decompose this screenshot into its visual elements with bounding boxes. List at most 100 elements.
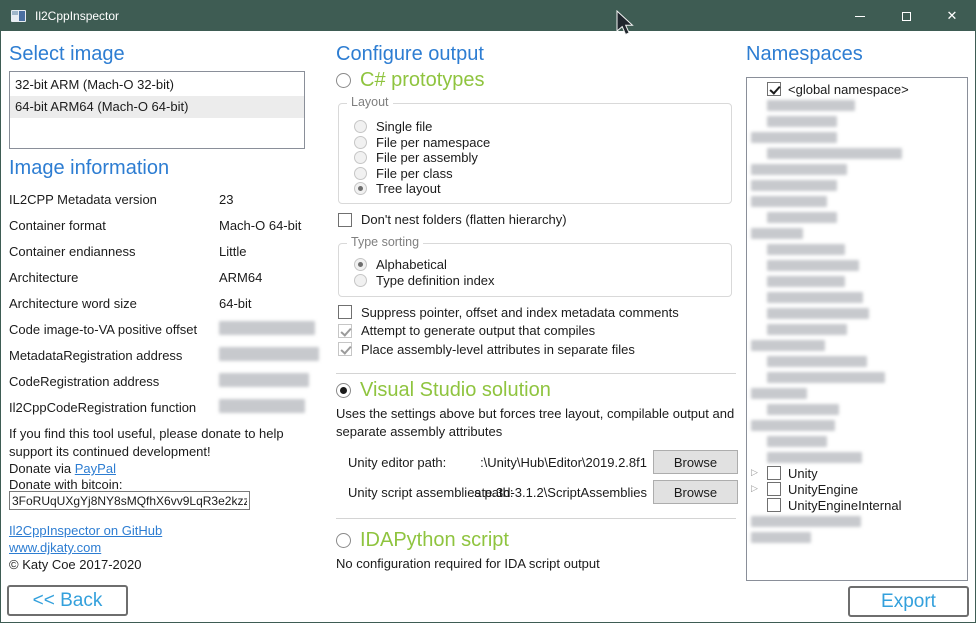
bitcoin-address-field[interactable]	[9, 491, 250, 510]
radio-icon	[354, 136, 367, 149]
redacted-value	[219, 321, 315, 335]
namespace-item-redacted[interactable]	[751, 145, 967, 161]
github-link[interactable]: Il2CppInspector on GitHub	[9, 523, 162, 538]
namespace-item-redacted[interactable]	[751, 129, 967, 145]
redacted-namespace	[767, 356, 867, 367]
expander-icon[interactable]: ▷	[751, 484, 767, 494]
maximize-button[interactable]	[883, 1, 929, 31]
unity-script-path-value: ate.3d-3.1.2\ScriptAssemblies	[421, 485, 647, 500]
ida-description: No configuration required for IDA script…	[336, 555, 748, 573]
radio-option[interactable]: Type definition index	[354, 273, 725, 289]
radio-option[interactable]: File per class	[354, 166, 725, 182]
csharp-prototypes-radio[interactable]: C# prototypes	[336, 69, 485, 92]
info-row: CodeRegistration address	[9, 369, 309, 395]
radio-icon	[354, 182, 367, 195]
info-label: Code image-to-VA positive offset	[9, 322, 197, 337]
flatten-hierarchy-checkbox[interactable]: Don't nest folders (flatten hierarchy)	[338, 212, 567, 227]
namespace-checkbox[interactable]	[767, 466, 781, 480]
bitcoin-label: Donate with bitcoin:	[9, 477, 122, 492]
namespace-item[interactable]: ▷Unity	[751, 465, 967, 481]
paypal-link[interactable]: PayPal	[75, 461, 116, 476]
radio-option[interactable]: Single file	[354, 119, 725, 135]
namespace-item-redacted[interactable]	[751, 225, 967, 241]
redacted-namespace	[767, 148, 902, 159]
namespace-item-redacted[interactable]	[751, 433, 967, 449]
radio-icon	[354, 167, 367, 180]
info-rows: IL2CPP Metadata version23Container forma…	[9, 187, 309, 421]
info-row: IL2CPP Metadata version23	[9, 187, 309, 213]
namespace-item-redacted[interactable]	[751, 161, 967, 177]
namespace-item-redacted[interactable]	[751, 273, 967, 289]
idapython-script-radio[interactable]: IDAPython script	[336, 529, 509, 552]
namespace-item-redacted[interactable]	[751, 337, 967, 353]
checkbox-option[interactable]: Suppress pointer, offset and index metad…	[338, 303, 679, 322]
namespace-item-redacted[interactable]	[751, 97, 967, 113]
expander-icon[interactable]: ▷	[751, 468, 767, 478]
layout-options: Single fileFile per namespaceFile per as…	[354, 119, 725, 197]
unity-script-browse-button[interactable]: Browse	[653, 480, 738, 504]
info-value: ARM64	[219, 270, 262, 285]
vs-description: Uses the settings above but forces tree …	[336, 405, 748, 440]
export-button[interactable]: Export	[848, 586, 969, 617]
namespace-item[interactable]: <global namespace>	[751, 81, 967, 97]
namespace-item-redacted[interactable]	[751, 257, 967, 273]
redacted-namespace	[751, 516, 861, 527]
checkbox-icon	[338, 213, 352, 227]
namespace-item-redacted[interactable]	[751, 353, 967, 369]
namespace-item-redacted[interactable]	[751, 209, 967, 225]
radio-option[interactable]: Alphabetical	[354, 257, 725, 273]
namespace-item-redacted[interactable]	[751, 193, 967, 209]
radio-icon	[354, 120, 367, 133]
close-icon: ✕	[947, 10, 958, 23]
donate-text: If you find this tool useful, please don…	[9, 425, 323, 460]
namespace-item-redacted[interactable]	[751, 177, 967, 193]
image-list-item[interactable]: 32-bit ARM (Mach-O 32-bit)	[10, 74, 304, 96]
namespace-item-redacted[interactable]	[751, 321, 967, 337]
checkbox-option-label: Place assembly-level attributes in separ…	[361, 342, 635, 357]
namespace-item-redacted[interactable]	[751, 449, 967, 465]
namespace-item-redacted[interactable]	[751, 529, 967, 545]
radio-option[interactable]: Tree layout	[354, 181, 725, 197]
namespace-item-redacted[interactable]	[751, 113, 967, 129]
namespace-item-redacted[interactable]	[751, 241, 967, 257]
radio-option[interactable]: File per namespace	[354, 135, 725, 151]
section-divider	[336, 373, 736, 374]
redacted-namespace	[767, 292, 863, 303]
namespace-item-redacted[interactable]	[751, 513, 967, 529]
image-list-item[interactable]: 64-bit ARM64 (Mach-O 64-bit)	[10, 96, 304, 118]
back-button[interactable]: << Back	[7, 585, 128, 616]
website-link[interactable]: www.djkaty.com	[9, 540, 101, 555]
visual-studio-solution-label: Visual Studio solution	[360, 379, 551, 402]
checkbox-icon	[338, 305, 352, 319]
namespace-checkbox[interactable]	[767, 498, 781, 512]
close-button[interactable]: ✕	[929, 1, 975, 31]
visual-studio-solution-radio[interactable]: Visual Studio solution	[336, 379, 551, 402]
option-checkboxes: Suppress pointer, offset and index metad…	[338, 303, 679, 359]
radio-option[interactable]: File per assembly	[354, 150, 725, 166]
image-information-heading: Image information	[9, 157, 169, 180]
namespace-item-redacted[interactable]	[751, 369, 967, 385]
image-list[interactable]: 32-bit ARM (Mach-O 32-bit)64-bit ARM64 (…	[9, 71, 305, 149]
unity-editor-browse-button[interactable]: Browse	[653, 450, 738, 474]
namespace-item-redacted[interactable]	[751, 305, 967, 321]
namespace-item-redacted[interactable]	[751, 289, 967, 305]
namespace-item-redacted[interactable]	[751, 385, 967, 401]
radio-icon	[354, 151, 367, 164]
redacted-namespace	[751, 420, 835, 431]
namespace-item[interactable]: UnityEngineInternal	[751, 497, 967, 513]
info-value: 23	[219, 192, 233, 207]
namespace-item-redacted[interactable]	[751, 401, 967, 417]
namespace-item[interactable]: ▷ UnityEngine	[751, 481, 967, 497]
redacted-namespace	[751, 340, 825, 351]
minimize-button[interactable]	[837, 1, 883, 31]
minimize-icon	[855, 16, 865, 17]
namespace-checkbox[interactable]	[767, 482, 781, 496]
checkbox-option[interactable]: Place assembly-level attributes in separ…	[338, 340, 679, 359]
checkbox-option[interactable]: Attempt to generate output that compiles	[338, 322, 679, 341]
namespace-list[interactable]: <global namespace>▷Unity▷UnityEngineUnit…	[746, 77, 968, 581]
info-label: Architecture word size	[9, 296, 137, 311]
radio-option-label: File per namespace	[376, 135, 490, 150]
namespace-item-redacted[interactable]	[751, 417, 967, 433]
namespace-checkbox[interactable]	[767, 82, 781, 96]
namespace-label: UnityEngine	[788, 482, 858, 497]
